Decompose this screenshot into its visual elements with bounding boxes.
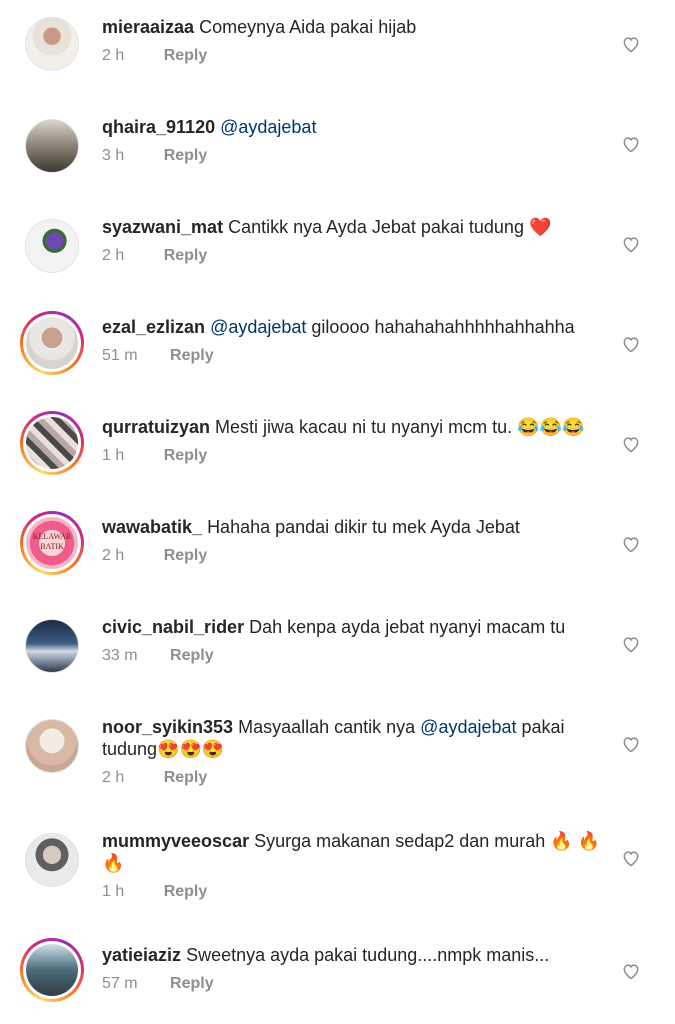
heart-outline-icon[interactable] (621, 434, 641, 454)
comment-meta: 2 h Reply (102, 247, 207, 265)
avatar-story-ring[interactable] (20, 411, 84, 475)
comment-timestamp: 33 m (102, 647, 138, 664)
comment-text: ezal_ezlizan @aydajebat giloooo hahahaha… (102, 316, 602, 338)
heart-outline-icon[interactable] (621, 634, 641, 654)
comment-meta: 51 m Reply (102, 347, 214, 365)
comment-username[interactable]: syazwani_mat (102, 217, 223, 237)
comment-meta: 3 h Reply (102, 147, 207, 165)
heart-outline-icon[interactable] (621, 961, 641, 981)
reply-button[interactable]: Reply (164, 247, 208, 265)
comment-timestamp: 2 h (102, 247, 125, 264)
comment-meta: 1 h Reply (102, 447, 207, 465)
comment-text: qurratuizyan Mesti jiwa kacau ni tu nyan… (102, 416, 602, 438)
avatar-story-ring[interactable] (20, 938, 84, 1002)
reply-button[interactable]: Reply (170, 975, 214, 993)
comment-username[interactable]: qhaira_91120 (102, 117, 215, 137)
comment-body: Sweetnya ayda pakai tudung....nmpk manis… (186, 945, 550, 965)
comment-username[interactable]: mieraaizaa (102, 17, 194, 37)
comment-text: civic_nabil_rider Dah kenpa ayda jebat n… (102, 616, 602, 638)
comment-text: qhaira_91120 @aydajebat (102, 116, 602, 138)
comment-text: wawabatik_ Hahaha pandai dikir tu mek Ay… (102, 516, 602, 538)
comment-username[interactable]: qurratuizyan (102, 417, 210, 437)
comment-body: Dah kenpa ayda jebat nyanyi macam tu (249, 617, 566, 637)
comment-timestamp: 57 m (102, 975, 138, 992)
comment-timestamp: 2 h (102, 47, 125, 64)
comment-body: giloooo hahahahahhhhhahhahha (306, 317, 575, 337)
comment-text: yatieiaziz Sweetnya ayda pakai tudung...… (102, 944, 602, 966)
comment-username[interactable]: mummyveeoscar (102, 831, 249, 851)
mention-link[interactable]: @aydajebat (210, 317, 306, 337)
comment-meta: 2 h Reply (102, 769, 207, 787)
comment-username[interactable]: wawabatik_ (102, 517, 202, 537)
heart-outline-icon[interactable] (621, 848, 641, 868)
comment-timestamp: 1 h (102, 883, 125, 900)
comment-meta: 57 m Reply (102, 975, 214, 993)
comment-username[interactable]: yatieiaziz (102, 945, 181, 965)
comment-timestamp: 2 h (102, 547, 125, 564)
heart-outline-icon[interactable] (621, 334, 641, 354)
reply-button[interactable]: Reply (170, 347, 214, 365)
comment-body: Mesti jiwa kacau ni tu nyanyi mcm tu. 😂😂… (215, 417, 585, 437)
mention-link[interactable]: @aydajebat (420, 717, 516, 737)
avatar[interactable] (20, 614, 84, 678)
comment-text: mummyveeoscar Syurga makanan sedap2 dan … (102, 830, 602, 874)
avatar[interactable] (20, 12, 84, 76)
comment-body: Hahaha pandai dikir tu mek Ayda Jebat (207, 517, 520, 537)
heart-outline-icon[interactable] (621, 234, 641, 254)
comment-meta: 2 h Reply (102, 47, 207, 65)
comment-timestamp: 2 h (102, 769, 125, 786)
comment-username[interactable]: noor_syikin353 (102, 717, 233, 737)
comment-timestamp: 51 m (102, 347, 138, 364)
comment-username[interactable]: civic_nabil_rider (102, 617, 244, 637)
comment-username[interactable]: ezal_ezlizan (102, 317, 205, 337)
avatar-logo-text: KELAWAR BATIK (32, 532, 72, 551)
avatar[interactable] (20, 828, 84, 892)
avatar-story-ring[interactable] (20, 311, 84, 375)
mention-link[interactable]: @aydajebat (220, 117, 316, 137)
comment-body: Comeynya Aida pakai hijab (199, 17, 417, 37)
reply-button[interactable]: Reply (164, 147, 208, 165)
comment-body: Masyaallah cantik nya (238, 717, 421, 737)
avatar-story-ring[interactable]: KELAWAR BATIK (20, 511, 84, 575)
heart-outline-icon[interactable] (621, 34, 641, 54)
comment-meta: 33 m Reply (102, 647, 214, 665)
reply-button[interactable]: Reply (164, 769, 208, 787)
reply-button[interactable]: Reply (164, 447, 208, 465)
comment-meta: 2 h Reply (102, 547, 207, 565)
reply-button[interactable]: Reply (164, 883, 208, 901)
avatar[interactable] (20, 114, 84, 178)
heart-outline-icon[interactable] (621, 534, 641, 554)
reply-button[interactable]: Reply (170, 647, 214, 665)
avatar[interactable] (20, 214, 84, 278)
heart-outline-icon[interactable] (621, 734, 641, 754)
heart-outline-icon[interactable] (621, 134, 641, 154)
comment-timestamp: 1 h (102, 447, 125, 464)
reply-button[interactable]: Reply (164, 47, 208, 65)
comment-text: mieraaizaa Comeynya Aida pakai hijab (102, 16, 602, 38)
reply-button[interactable]: Reply (164, 547, 208, 565)
comment-text: noor_syikin353 Masyaallah cantik nya @ay… (102, 716, 602, 760)
comment-timestamp: 3 h (102, 147, 125, 164)
avatar[interactable] (20, 714, 84, 778)
comment-body: Cantikk nya Ayda Jebat pakai tudung ❤️ (228, 217, 552, 237)
comment-text: syazwani_mat Cantikk nya Ayda Jebat paka… (102, 216, 602, 238)
comment-meta: 1 h Reply (102, 883, 207, 901)
